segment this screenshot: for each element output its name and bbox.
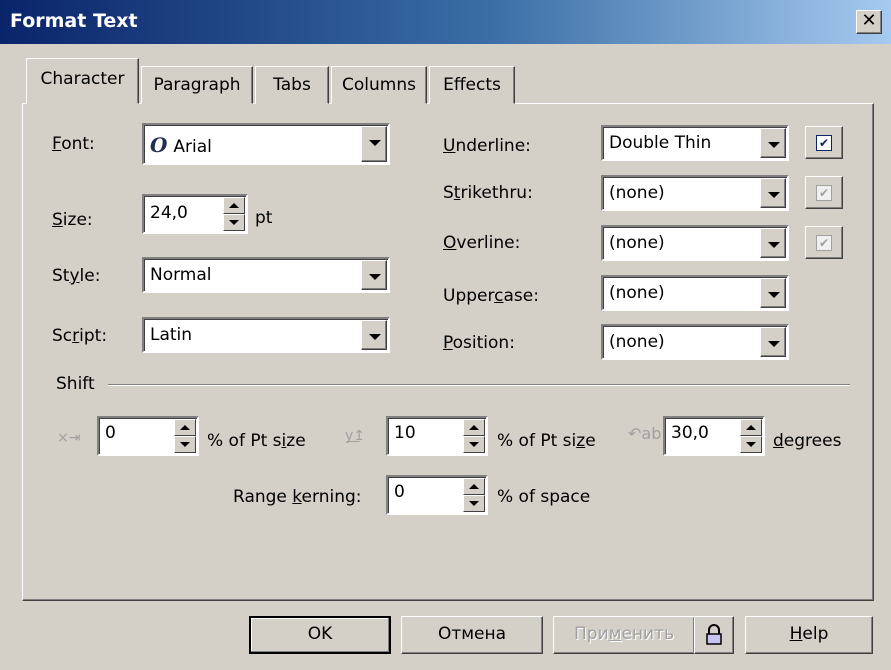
size-stepper[interactable]: 24,0 <box>142 194 248 234</box>
range-kerning-unit: % of space <box>497 487 591 507</box>
tab-columns[interactable]: Columns <box>331 66 427 104</box>
lock-button[interactable] <box>694 616 734 654</box>
spin-down-icon[interactable] <box>463 495 485 512</box>
spin-up-icon[interactable] <box>463 478 485 495</box>
chevron-down-icon[interactable] <box>760 278 786 308</box>
range-kerning-label: Range kerning: <box>233 487 362 507</box>
horizontal-shift-icon: ×⇥ <box>57 430 81 446</box>
rotation-stepper[interactable]: 30,0 <box>663 416 765 456</box>
tab-paragraph[interactable]: Paragraph <box>141 66 253 104</box>
shift-divider <box>108 384 850 386</box>
size-label: Size: <box>52 210 93 230</box>
checkbox-icon: ✔ <box>816 235 832 251</box>
close-icon: ✕ <box>861 10 877 31</box>
rotation-value: 30,0 <box>671 423 709 443</box>
lock-icon <box>706 624 722 645</box>
font-label: Font: <box>52 134 95 154</box>
chevron-down-icon[interactable] <box>361 126 387 162</box>
overline-settings-button[interactable]: ✔ <box>805 226 843 259</box>
vertical-shift-stepper[interactable]: 10 <box>386 416 488 456</box>
shift-group-label: Shift <box>56 374 95 394</box>
spin-down-icon[interactable] <box>174 436 196 453</box>
range-kerning-value: 0 <box>394 482 405 502</box>
tab-character[interactable]: Character <box>26 58 139 104</box>
checkbox-icon: ✔ <box>816 185 832 201</box>
spin-up-icon[interactable] <box>223 197 245 214</box>
uppercase-value: (none) <box>609 283 665 303</box>
rotation-unit: degrees <box>773 431 842 451</box>
chevron-down-icon[interactable] <box>361 320 387 350</box>
horizontal-shift-stepper[interactable]: 0 <box>97 416 199 456</box>
uppercase-label: Uppercase: <box>443 286 539 306</box>
underline-label: Underline: <box>443 136 531 156</box>
window-title: Format Text <box>10 10 138 32</box>
horizontal-shift-unit: % of Pt size <box>207 431 306 451</box>
spin-down-icon[interactable] <box>740 436 762 453</box>
character-angle-icon: ↶ab <box>628 424 662 443</box>
uppercase-dropdown[interactable]: (none) <box>601 275 789 311</box>
script-dropdown[interactable]: Latin <box>142 317 390 353</box>
underline-value: Double Thin <box>609 133 712 153</box>
spin-up-icon[interactable] <box>740 419 762 436</box>
chevron-down-icon[interactable] <box>760 228 786 258</box>
font-value: Arial <box>173 137 212 157</box>
ok-button[interactable]: OK <box>249 616 391 654</box>
vertical-shift-icon: y͟↥ <box>345 428 366 444</box>
position-label: Position: <box>443 333 515 353</box>
vertical-shift-value: 10 <box>394 423 416 443</box>
vertical-shift-unit: % of Pt size <box>497 431 596 451</box>
script-label: Script: <box>52 326 108 346</box>
overline-label: Overline: <box>443 233 521 253</box>
help-button[interactable]: Help <box>745 616 873 654</box>
checkbox-icon: ✔ <box>816 135 832 151</box>
chevron-down-icon[interactable] <box>760 128 786 158</box>
strikethru-dropdown[interactable]: (none) <box>601 175 789 211</box>
overline-value: (none) <box>609 233 665 253</box>
position-dropdown[interactable]: (none) <box>601 324 789 360</box>
apply-button[interactable]: Применить <box>553 616 695 654</box>
size-value: 24,0 <box>150 203 188 223</box>
cancel-button[interactable]: Отмена <box>401 616 543 654</box>
strikethru-settings-button[interactable]: ✔ <box>805 176 843 209</box>
horizontal-shift-value: 0 <box>105 423 116 443</box>
style-dropdown[interactable]: Normal <box>142 257 390 293</box>
strikethru-value: (none) <box>609 183 665 203</box>
underline-settings-button[interactable]: ✔ <box>805 126 843 159</box>
underline-dropdown[interactable]: Double Thin <box>601 125 789 161</box>
font-dropdown[interactable]: O Arial <box>142 123 390 165</box>
overline-dropdown[interactable]: (none) <box>601 225 789 261</box>
range-kerning-stepper[interactable]: 0 <box>386 475 488 515</box>
position-value: (none) <box>609 332 665 352</box>
spin-up-icon[interactable] <box>174 419 196 436</box>
chevron-down-icon[interactable] <box>760 178 786 208</box>
opentype-font-icon: O <box>150 133 168 157</box>
spin-down-icon[interactable] <box>223 214 245 231</box>
strikethru-label: Strikethru: <box>443 183 533 203</box>
style-label: Style: <box>52 266 101 286</box>
spin-down-icon[interactable] <box>463 436 485 453</box>
tab-effects[interactable]: Effects <box>429 66 515 104</box>
close-button[interactable]: ✕ <box>856 10 882 34</box>
chevron-down-icon[interactable] <box>361 260 387 290</box>
chevron-down-icon[interactable] <box>760 327 786 357</box>
size-unit: pt <box>255 208 273 228</box>
tab-tabs[interactable]: Tabs <box>255 66 329 104</box>
spin-up-icon[interactable] <box>463 419 485 436</box>
style-value: Normal <box>150 265 212 285</box>
script-value: Latin <box>150 325 193 345</box>
